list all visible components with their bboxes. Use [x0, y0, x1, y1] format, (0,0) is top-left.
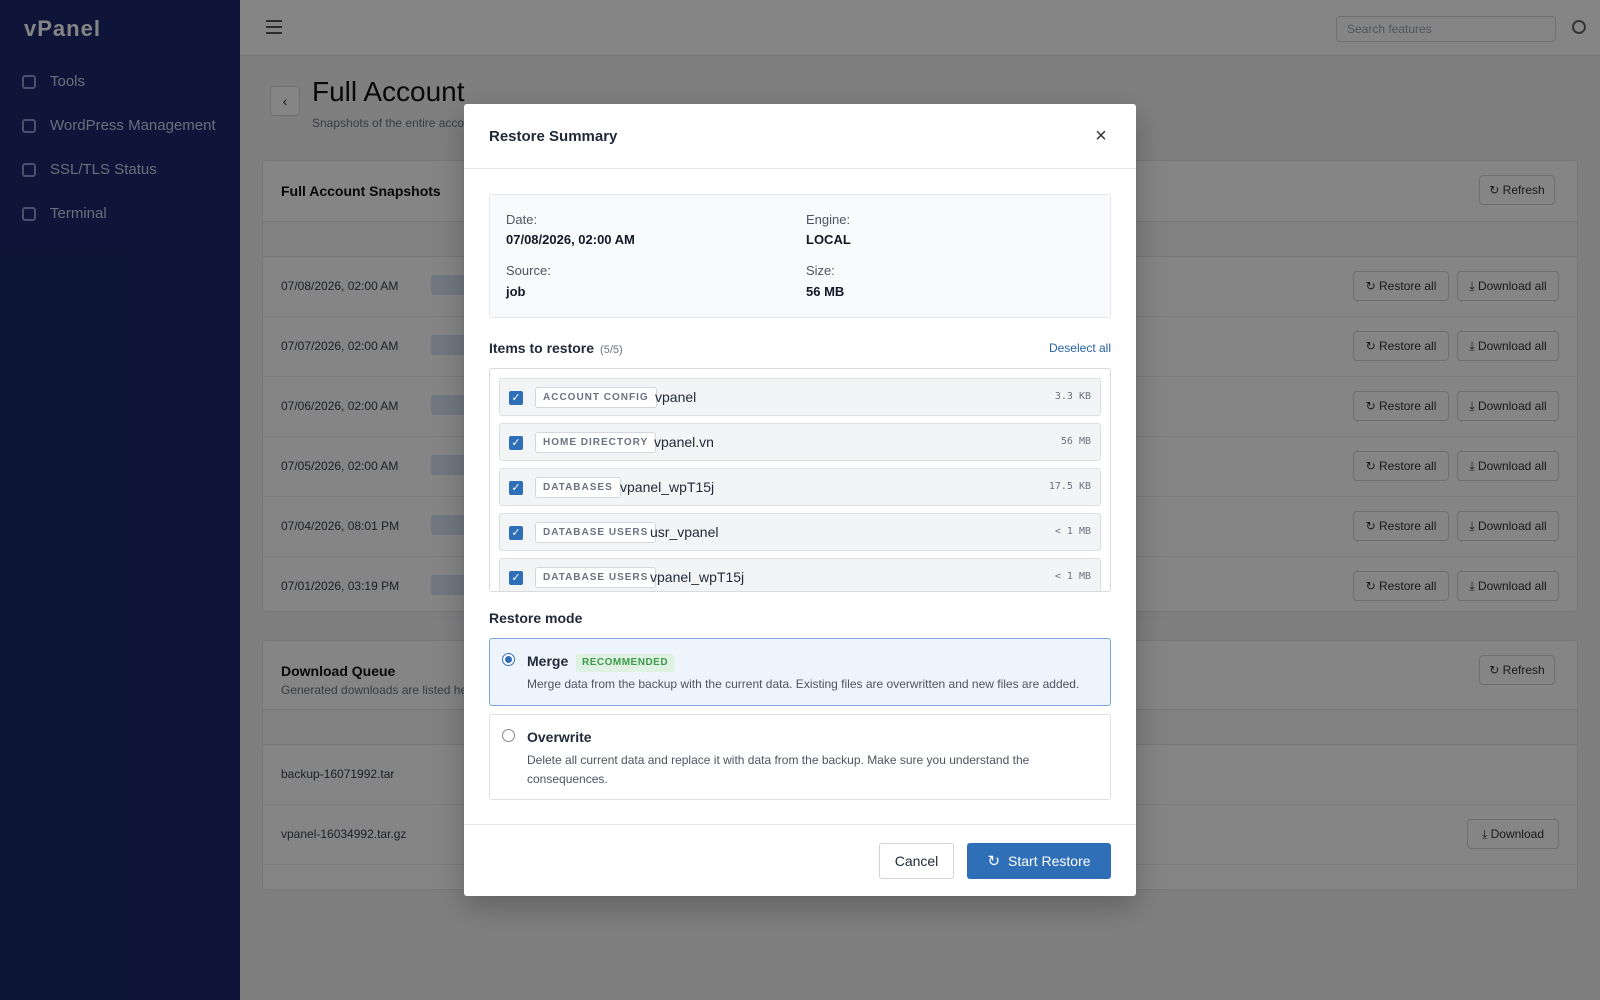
modal-footer: Cancel ↻ Start Restore: [464, 824, 1136, 896]
item-checkbox[interactable]: ✓: [509, 391, 523, 405]
restore-item[interactable]: ✓ HOME DIRECTORY vpanel.vn 56 MB: [499, 423, 1101, 461]
item-checkbox[interactable]: ✓: [509, 571, 523, 585]
size-label: Size:: [806, 263, 835, 278]
modal-title: Restore Summary: [489, 128, 618, 145]
restore-mode-heading: Restore mode: [489, 610, 583, 626]
overwrite-mode-option[interactable]: Overwrite Delete all current data and re…: [489, 714, 1111, 800]
item-size: 3.3 KB: [1054, 391, 1091, 402]
overwrite-radio[interactable]: [502, 729, 515, 742]
item-name: usr_vpanel: [650, 524, 719, 540]
item-name: vpanel_wpT15j: [650, 569, 745, 585]
source-label: Source:: [506, 263, 551, 278]
merge-radio[interactable]: [502, 653, 515, 666]
item-size: 17.5 KB: [1048, 481, 1091, 492]
items-heading-label: Items to restore: [489, 340, 595, 356]
item-size: < 1 MB: [1054, 526, 1091, 537]
item-type-tag: HOME DIRECTORY: [535, 432, 657, 453]
item-name: vpanel.vn: [654, 434, 714, 450]
restore-item[interactable]: ✓ DATABASE USERS vpanel_wpT15j < 1 MB: [499, 558, 1101, 591]
date-value: 07/08/2026, 02:00 AM: [506, 232, 635, 247]
cancel-button[interactable]: Cancel: [879, 843, 954, 879]
item-checkbox[interactable]: ✓: [509, 436, 523, 450]
item-size: < 1 MB: [1054, 571, 1091, 582]
modal-header: Restore Summary ×: [464, 104, 1136, 169]
start-restore-label: Start Restore: [1008, 853, 1091, 869]
overwrite-mode-name: Overwrite: [527, 729, 592, 745]
restore-item[interactable]: ✓ ACCOUNT CONFIG vpanel 3.3 KB: [499, 378, 1101, 416]
engine-value: LOCAL: [806, 232, 851, 247]
items-heading: Items to restore (5/5): [489, 340, 623, 356]
item-type-tag: DATABASES: [535, 477, 621, 498]
recommended-badge: RECOMMENDED: [576, 654, 675, 672]
restore-icon: ↻: [987, 853, 1001, 870]
snapshot-info-box: Date: 07/08/2026, 02:00 AM Engine: LOCAL…: [489, 194, 1111, 318]
engine-label: Engine:: [806, 212, 851, 227]
item-checkbox[interactable]: ✓: [509, 481, 523, 495]
restore-item[interactable]: ✓ DATABASE USERS usr_vpanel < 1 MB: [499, 513, 1101, 551]
item-type-tag: DATABASE USERS: [535, 522, 657, 543]
item-type-tag: DATABASE USERS: [535, 567, 657, 588]
item-checkbox[interactable]: ✓: [509, 526, 523, 540]
source-value: job: [506, 284, 526, 299]
item-type-tag: ACCOUNT CONFIG: [535, 387, 657, 408]
merge-mode-desc: Merge data from the backup with the curr…: [527, 677, 1080, 691]
restore-summary-modal: Restore Summary × Date: 07/08/2026, 02:0…: [464, 104, 1136, 896]
merge-mode-option[interactable]: Merge RECOMMENDED Merge data from the ba…: [489, 638, 1111, 706]
restore-items-list[interactable]: ✓ ACCOUNT CONFIG vpanel 3.3 KB ✓ HOME DI…: [489, 368, 1111, 592]
item-name: vpanel: [655, 389, 697, 405]
date-label: Date:: [506, 212, 538, 227]
item-name: vpanel_wpT15j: [620, 479, 715, 495]
deselect-all-link[interactable]: Deselect all: [1049, 341, 1111, 355]
close-icon[interactable]: ×: [1090, 124, 1112, 148]
item-size: 56 MB: [1060, 436, 1091, 447]
size-value: 56 MB: [806, 284, 845, 299]
items-count: (5/5): [600, 344, 623, 356]
merge-mode-name: Merge: [527, 653, 569, 669]
start-restore-button[interactable]: ↻ Start Restore: [967, 843, 1111, 879]
overwrite-mode-desc: Delete all current data and replace it w…: [527, 753, 1030, 786]
restore-item[interactable]: ✓ DATABASES vpanel_wpT15j 17.5 KB: [499, 468, 1101, 506]
